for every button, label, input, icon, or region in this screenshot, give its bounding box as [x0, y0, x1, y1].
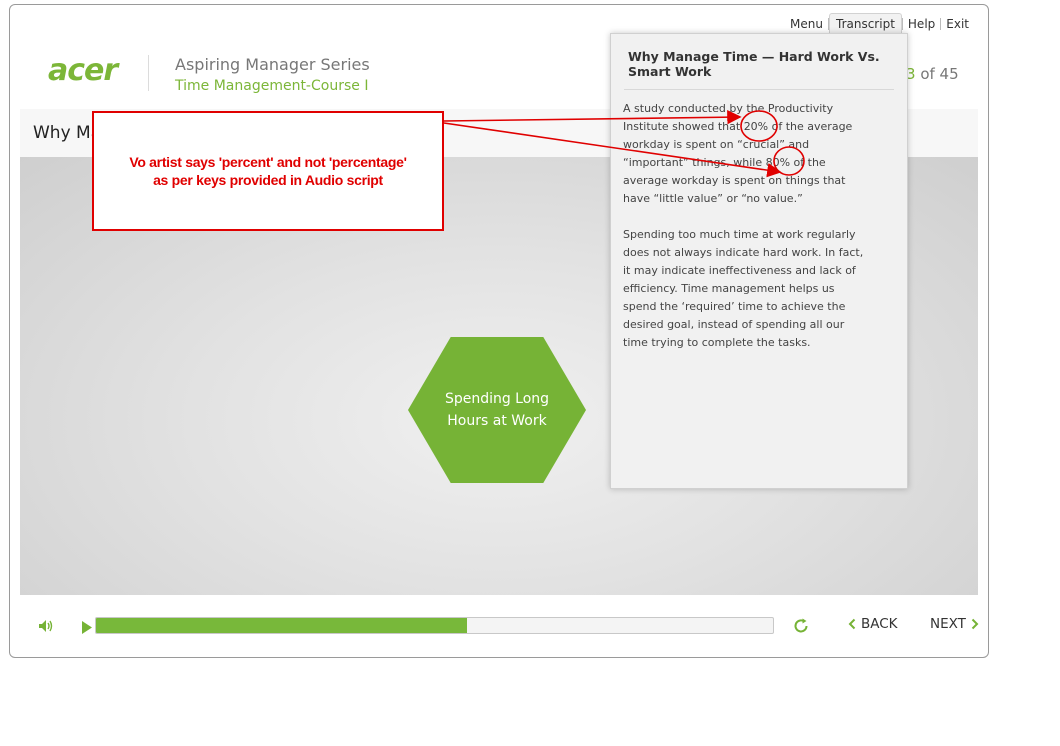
total-pages: of 45	[915, 65, 959, 83]
hexagon-label: Spending Long Hours at Work	[437, 388, 557, 432]
replay-icon[interactable]	[792, 617, 810, 639]
player-controls: BACK NEXT	[20, 611, 979, 641]
back-button[interactable]: BACK	[848, 616, 898, 632]
acer-logo: acer	[48, 53, 118, 88]
course-player-frame: Menu Transcript Help Exit acer Aspiring …	[9, 4, 989, 658]
transcript-panel: Why Manage Time — Hard Work Vs. Smart Wo…	[610, 33, 908, 489]
menu-link[interactable]: Menu	[785, 14, 828, 34]
hexagon-label-line2: Hours at Work	[447, 413, 547, 429]
transcript-title: Why Manage Time — Hard Work Vs. Smart Wo…	[628, 49, 880, 79]
next-button[interactable]: NEXT	[930, 616, 979, 632]
course-title: Time Management-Course I	[175, 78, 369, 94]
series-title: Aspiring Manager Series	[175, 55, 370, 74]
help-link[interactable]: Help	[903, 14, 940, 34]
chevron-left-icon	[848, 618, 856, 630]
audio-progress-bar[interactable]	[95, 617, 774, 634]
next-label: NEXT	[930, 616, 966, 632]
page-counter: 3 of 45	[906, 65, 959, 83]
review-comment-box: Vo artist says 'percent' and not 'percen…	[92, 111, 444, 231]
transcript-divider	[624, 89, 894, 90]
chevron-right-icon	[971, 618, 979, 630]
review-comment-line2: as per keys provided in Audio script	[153, 172, 383, 188]
play-icon[interactable]	[81, 619, 93, 638]
review-comment-text: Vo artist says 'percent' and not 'percen…	[94, 153, 442, 189]
review-comment-line1: Vo artist says 'percent' and not 'percen…	[129, 154, 407, 170]
top-navigation: Menu Transcript Help Exit	[785, 13, 974, 34]
header-divider	[148, 55, 149, 91]
volume-icon[interactable]	[38, 618, 54, 637]
transcript-body: A study conducted by the Productivity In…	[623, 100, 868, 370]
transcript-link[interactable]: Transcript	[829, 13, 902, 34]
back-label: BACK	[861, 616, 898, 632]
transcript-paragraph: A study conducted by the Productivity In…	[623, 102, 853, 205]
progress-fill	[96, 618, 467, 633]
slide-title: Why Ma	[33, 123, 102, 143]
hexagon-label-line1: Spending Long	[444, 391, 550, 407]
transcript-paragraph: Spending too much time at work regularly…	[623, 228, 864, 349]
exit-link[interactable]: Exit	[941, 14, 974, 34]
